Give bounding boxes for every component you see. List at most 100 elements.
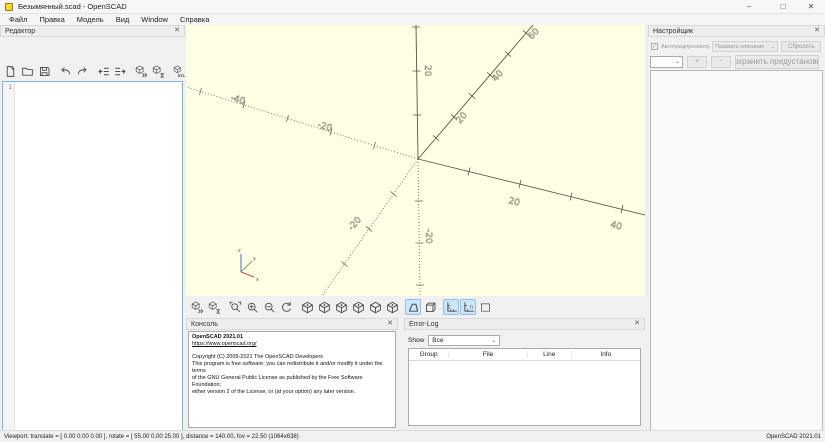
console-copyright-line: either version 2 of the License, or (at …	[192, 389, 356, 395]
view-left-button[interactable]	[350, 299, 366, 315]
editor-panel: Редактор ✕ 1	[0, 25, 186, 442]
column-header-file[interactable]: File	[448, 351, 527, 358]
version-status-text: OpenSCAD 2021.01	[766, 433, 821, 440]
close-window-button[interactable]: ✕	[800, 0, 822, 14]
reset-button[interactable]: Сбросить	[781, 41, 822, 52]
console-close-icon[interactable]: ✕	[387, 319, 393, 329]
x-axis-label-20: 20	[507, 196, 521, 209]
redo-icon	[76, 65, 89, 78]
open-file-button[interactable]	[19, 63, 36, 80]
add-preset-button[interactable]: +	[687, 55, 707, 68]
column-header-info[interactable]: Info	[570, 351, 640, 358]
customizer-panel-title: Настройщик	[653, 27, 694, 35]
preview-button[interactable]	[133, 63, 150, 80]
menu-design[interactable]: Модель	[71, 14, 110, 25]
perspective-button[interactable]	[405, 299, 421, 315]
column-header-group[interactable]: Group	[409, 351, 448, 358]
errorlog-panel-header: Error-Log ✕	[404, 318, 645, 330]
maximize-button[interactable]: □	[772, 0, 794, 14]
indent-button[interactable]	[112, 63, 129, 80]
y-axis-label-60: 60	[527, 27, 542, 42]
unindent-button[interactable]	[95, 63, 112, 80]
axes-drawing: 20 40 -20 -40 20 40 60 -20 20 -20 z y x	[185, 24, 646, 297]
y-axis-label-40: 40	[491, 69, 506, 84]
column-header-line[interactable]: Line	[526, 351, 571, 358]
x-axis-label-40: 40	[609, 220, 623, 233]
save-icon	[38, 65, 51, 78]
zoom-out-button[interactable]	[261, 299, 277, 315]
z-neg-axis	[417, 158, 421, 297]
customizer-close-icon[interactable]: ✕	[814, 26, 820, 36]
menu-bar: Файл Правка Модель Вид Window Справка	[0, 14, 825, 25]
orthogonal-icon	[424, 301, 437, 314]
errorlog-close-icon[interactable]: ✕	[634, 319, 640, 329]
chevron-down-icon: ⌄	[770, 43, 776, 50]
console-panel-title: Консоль	[191, 320, 218, 328]
editor-panel-title: Редактор	[5, 27, 36, 35]
editor-close-icon[interactable]: ✕	[174, 26, 180, 36]
code-editor[interactable]: 1	[2, 81, 183, 442]
menu-help[interactable]: Справка	[174, 14, 215, 25]
console-copyright-line: This program is free software; you can r…	[192, 361, 383, 374]
customizer-preset-row: ⌄ + - сохранить предустановку	[650, 54, 823, 69]
minimize-button[interactable]: –	[738, 0, 760, 14]
show-axes-icon	[445, 301, 458, 314]
remove-preset-button[interactable]: -	[711, 55, 731, 68]
errorlog-table[interactable]: Group File Line Info	[408, 348, 641, 426]
view-back-button[interactable]	[384, 299, 400, 315]
console-copyright-line: Copyright (C) 2009-2021 The OpenSCAD Dev…	[192, 354, 324, 360]
menu-edit[interactable]: Правка	[33, 14, 70, 25]
view-all-icon	[229, 301, 242, 314]
code-text-area[interactable]	[15, 82, 182, 442]
3d-viewport[interactable]: 20 40 -20 -40 20 40 60 -20 20 -20 z y x	[185, 24, 646, 297]
view-bottom-button[interactable]	[333, 299, 349, 315]
gizmo-y-axis	[240, 260, 253, 273]
zoom-in-button[interactable]	[244, 299, 260, 315]
menu-file[interactable]: Файл	[3, 14, 33, 25]
new-file-button[interactable]	[2, 63, 19, 80]
undo-icon	[59, 65, 72, 78]
menu-view[interactable]: Вид	[110, 14, 136, 25]
line-number: 1	[8, 83, 12, 91]
errorlog-panel: Error-Log ✕ Show Все ⌄ Group File Line I…	[404, 318, 645, 430]
new-file-icon	[4, 65, 17, 78]
redo-button[interactable]	[74, 63, 91, 80]
preview-button-viewport[interactable]	[189, 299, 205, 315]
view-bottom-icon	[335, 301, 348, 314]
x-neg-axis-ticks	[199, 87, 376, 150]
reset-view-button[interactable]	[278, 299, 294, 315]
perspective-icon	[407, 301, 420, 314]
view-top-button[interactable]	[316, 299, 332, 315]
autopreview-checkbox[interactable]: ✓	[651, 43, 658, 50]
render-button[interactable]	[150, 63, 167, 80]
open-file-icon	[21, 65, 34, 78]
openscad-link[interactable]: https://www.openscad.org/	[192, 341, 392, 348]
show-description-dropdown[interactable]: Показать описание ⌄	[712, 41, 779, 52]
zoom-in-icon	[246, 301, 259, 314]
line-number-gutter: 1	[3, 82, 15, 442]
customizer-panel-header: Настройщик ✕	[648, 25, 825, 37]
x-neg-axis-label-40: -40	[229, 93, 246, 107]
view-all-button[interactable]	[227, 299, 243, 315]
orthogonal-button[interactable]	[422, 299, 438, 315]
title-bar: Безымянный.scad - OpenSCAD – □ ✕	[0, 0, 825, 14]
errorlog-filter-dropdown[interactable]: Все ⌄	[428, 334, 501, 346]
save-preset-button[interactable]: сохранить предустановку	[735, 54, 819, 69]
editor-panel-header: Редактор ✕	[0, 25, 185, 37]
export-stl-icon	[173, 65, 186, 78]
show-crosshairs-button[interactable]	[477, 299, 493, 315]
undo-button[interactable]	[57, 63, 74, 80]
menu-window[interactable]: Window	[135, 14, 174, 25]
view-front-button[interactable]	[367, 299, 383, 315]
view-top-icon	[318, 301, 331, 314]
preview-icon	[191, 301, 204, 314]
show-scale-markers-button[interactable]	[460, 299, 476, 315]
show-axes-button[interactable]	[443, 299, 459, 315]
render-button-viewport[interactable]	[206, 299, 222, 315]
save-button[interactable]	[36, 63, 53, 80]
preset-dropdown[interactable]: ⌄	[650, 55, 683, 68]
errorlog-table-header: Group File Line Info	[409, 349, 640, 361]
view-right-button[interactable]	[299, 299, 315, 315]
console-copyright-line: of the GNU General Public License as pub…	[192, 375, 363, 388]
viewport-toolbar	[186, 296, 645, 318]
